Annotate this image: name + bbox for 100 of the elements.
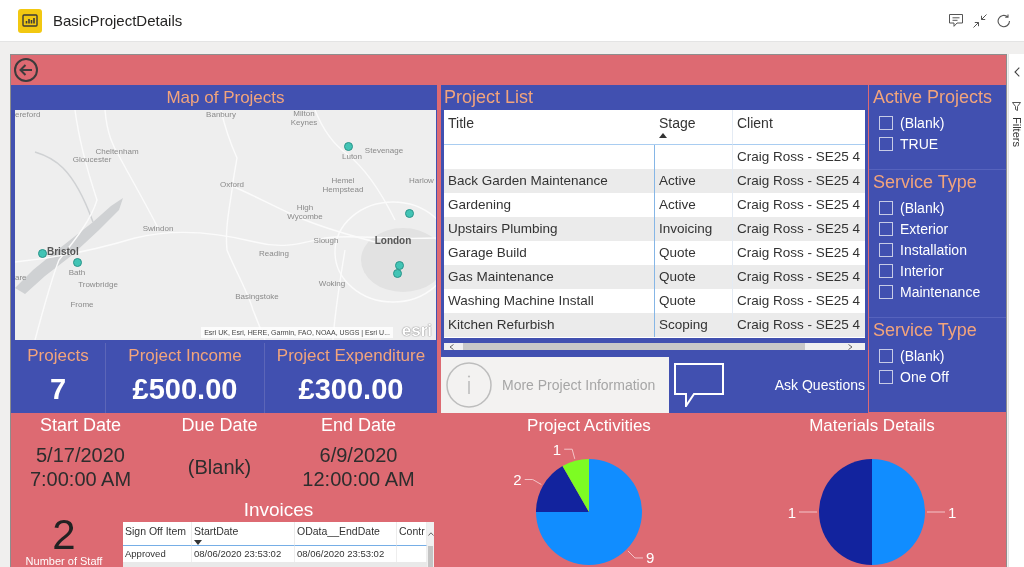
map-place-label: Cheltenham bbox=[95, 146, 139, 156]
date-value: 6/9/2020 12:00:00 AM bbox=[302, 442, 415, 491]
report-title: BasicProjectDetails bbox=[53, 12, 183, 29]
map-place-label: Harlow bbox=[409, 175, 434, 185]
checkbox[interactable] bbox=[879, 369, 893, 384]
table-cell: Gas Maintenance bbox=[444, 265, 655, 289]
slicer-option[interactable]: One Off bbox=[873, 366, 949, 387]
data-label: 1 bbox=[787, 503, 796, 521]
chevron-left-icon[interactable] bbox=[1013, 67, 1020, 77]
kpi-value: £300.00 bbox=[298, 372, 404, 407]
checkbox[interactable] bbox=[879, 221, 893, 236]
table-cell: Invoicing bbox=[655, 217, 733, 241]
map-place-label: Reading bbox=[259, 248, 289, 258]
table-cell: Upstairs Plumbing bbox=[444, 217, 655, 241]
kpi-value: £500.00 bbox=[132, 372, 238, 407]
table-cell: Quote bbox=[655, 265, 733, 289]
data-label: 9 bbox=[645, 549, 655, 567]
chart-title: Project Activities bbox=[527, 415, 651, 437]
slicer-option[interactable]: TRUE bbox=[873, 133, 939, 154]
checkbox[interactable] bbox=[879, 136, 893, 151]
caret-up-icon[interactable] bbox=[427, 532, 434, 536]
staff-count: 2 bbox=[52, 516, 76, 554]
speech-bubble-icon bbox=[674, 363, 724, 407]
checkbox[interactable] bbox=[879, 348, 893, 363]
scrollbar-thumb[interactable] bbox=[463, 343, 805, 350]
table-cell: Craig Ross - SE25 4 bbox=[733, 217, 865, 241]
date-value: 5/17/2020 7:00:00 AM bbox=[29, 442, 132, 491]
slicer-title: Active Projects bbox=[873, 86, 993, 109]
panel-title: Map of Projects bbox=[165, 87, 286, 109]
checkbox[interactable] bbox=[879, 284, 893, 299]
map-marker[interactable] bbox=[37, 248, 47, 258]
filter-icon[interactable] bbox=[1012, 102, 1021, 111]
filters-label[interactable]: Filters bbox=[1010, 117, 1023, 147]
slicer-option[interactable]: (Blank) bbox=[873, 345, 945, 366]
scrollbar[interactable] bbox=[427, 522, 434, 567]
slicer-option[interactable]: (Blank) bbox=[873, 197, 945, 218]
chevron-right-icon[interactable] bbox=[848, 343, 853, 350]
info-icon bbox=[446, 362, 492, 408]
comment-icon[interactable] bbox=[949, 14, 963, 27]
checkbox[interactable] bbox=[879, 115, 893, 130]
data-label: 1 bbox=[552, 440, 562, 458]
column-header[interactable]: Sign Off Item bbox=[123, 522, 192, 546]
table-cell: Back Garden Maintenance bbox=[444, 169, 655, 193]
table-title: Invoices bbox=[243, 498, 314, 522]
refresh-icon[interactable] bbox=[997, 13, 1011, 28]
kpi-value: 7 bbox=[49, 372, 67, 407]
slicer-option[interactable]: Exterior bbox=[873, 218, 949, 239]
slicer-option[interactable]: Interior bbox=[873, 260, 944, 281]
leader-line bbox=[798, 511, 818, 513]
map-place-label: Banbury bbox=[206, 110, 236, 119]
panel-title: Project List bbox=[444, 86, 534, 109]
checkbox[interactable] bbox=[879, 263, 893, 278]
date-label: Start Date bbox=[39, 414, 121, 436]
map-marker[interactable] bbox=[392, 268, 402, 278]
column-header[interactable]: StartDate bbox=[192, 522, 295, 546]
kpi-label: Projects bbox=[27, 345, 89, 367]
data-label: 2 bbox=[513, 471, 522, 488]
kpi-label: Project Income bbox=[128, 345, 242, 367]
leader-line bbox=[627, 550, 644, 559]
table-cell: Active bbox=[655, 169, 733, 193]
scrollbar[interactable] bbox=[444, 343, 865, 350]
scrollbar-thumb[interactable] bbox=[428, 546, 433, 567]
map-marker[interactable] bbox=[72, 257, 82, 267]
map-place-label: Trowbridge bbox=[78, 279, 118, 289]
slicer-title: Service Type bbox=[873, 171, 977, 194]
chart-logo-icon bbox=[18, 8, 42, 33]
table-cell: Craig Ross - SE25 4 bbox=[733, 265, 865, 289]
checkbox[interactable] bbox=[879, 242, 893, 257]
leader-line bbox=[524, 479, 542, 485]
map-place-label: Swindon bbox=[142, 223, 174, 233]
date-value: (Blank) bbox=[187, 454, 252, 479]
slicer-title: Service Type bbox=[873, 319, 977, 342]
map-place-label: ereford bbox=[15, 110, 41, 119]
map-place-label: Hemel Hempstead bbox=[321, 176, 365, 194]
slicer-option[interactable]: Maintenance bbox=[873, 281, 981, 302]
map-place-label: Stevenage bbox=[364, 145, 404, 155]
map-place-label: Basingstoke bbox=[235, 291, 279, 301]
table-cell: Kitchen Refurbish bbox=[444, 313, 655, 337]
table-cell: Craig Ross - SE25 4 bbox=[733, 313, 865, 337]
slicer-option[interactable]: Installation bbox=[873, 239, 967, 260]
map-marker[interactable] bbox=[394, 260, 404, 270]
map-place-label: Milton Keynes bbox=[289, 110, 319, 127]
ask-questions-button[interactable]: Ask Questions bbox=[669, 357, 868, 413]
leader-line bbox=[563, 448, 576, 460]
collapse-icon[interactable] bbox=[973, 13, 987, 28]
column-header[interactable]: OData__EndDate bbox=[295, 522, 397, 546]
map-place-label: Woking bbox=[318, 278, 346, 288]
map-marker[interactable] bbox=[343, 141, 353, 151]
checkbox[interactable] bbox=[879, 200, 893, 215]
chevron-left-icon[interactable] bbox=[449, 343, 454, 350]
date-label: End Date bbox=[320, 414, 397, 436]
back-icon[interactable] bbox=[14, 58, 38, 82]
table-cell: Scoping bbox=[655, 313, 733, 337]
staff-label: Number of Staff bbox=[25, 555, 103, 567]
map-place-label: High Wycombe bbox=[286, 203, 324, 221]
slicer-option[interactable]: (Blank) bbox=[873, 112, 945, 133]
map-marker[interactable] bbox=[404, 208, 414, 218]
table-cell: Craig Ross - SE25 4 bbox=[733, 169, 865, 193]
map-place-label: Bath bbox=[68, 267, 86, 277]
date-label: Due Date bbox=[181, 414, 258, 436]
